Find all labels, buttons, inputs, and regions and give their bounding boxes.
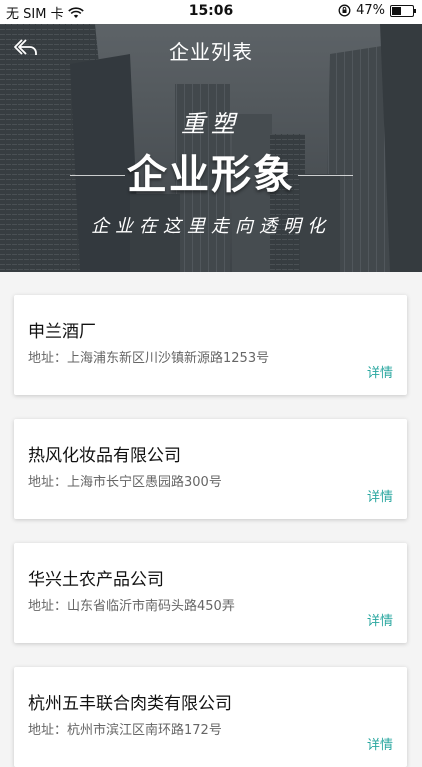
- detail-link[interactable]: 详情: [367, 362, 393, 381]
- company-card[interactable]: 热风化妆品有限公司 地址：上海市长宁区愚园路300号 详情: [14, 419, 407, 519]
- detail-link[interactable]: 详情: [367, 486, 393, 505]
- banner-line1: 重塑: [181, 110, 241, 138]
- company-address: 地址：上海市长宁区愚园路300号: [28, 475, 222, 490]
- battery-percent: 47%: [356, 3, 385, 18]
- company-address: 地址：上海浦东新区川沙镇新源路1253号: [28, 351, 270, 366]
- status-bar: 无 SIM 卡 15:06 47%: [0, 0, 422, 24]
- company-name: 华兴土农产品公司: [28, 570, 164, 590]
- battery-icon: [390, 5, 416, 17]
- page-title: 企业列表: [169, 40, 253, 64]
- detail-link[interactable]: 详情: [367, 610, 393, 629]
- detail-link[interactable]: 详情: [367, 734, 393, 753]
- rotation-lock-icon: [338, 4, 351, 17]
- company-name: 杭州五丰联合肉类有限公司: [28, 694, 232, 714]
- battery-tip: [414, 9, 416, 13]
- company-address: 地址：山东省临沂市南码头路450弄: [28, 599, 235, 614]
- banner-line2: 企业形象: [127, 151, 295, 198]
- company-card[interactable]: 华兴土农产品公司 地址：山东省临沂市南码头路450弄 详情: [14, 543, 407, 643]
- status-right: 47%: [338, 3, 416, 18]
- battery-level: [392, 7, 402, 15]
- banner-divider-right: [298, 175, 353, 176]
- company-address: 地址：杭州市滨江区南环路172号: [28, 723, 222, 738]
- banner-slogan: 企业在这里走向透明化: [91, 216, 331, 237]
- company-card[interactable]: 杭州五丰联合肉类有限公司 地址：杭州市滨江区南环路172号 详情: [14, 667, 407, 767]
- company-name: 热风化妆品有限公司: [28, 446, 181, 466]
- hero-banner: 企业列表 重塑 企业形象 企业在这里走向透明化: [0, 24, 422, 272]
- company-name: 申兰酒厂: [28, 322, 96, 342]
- company-card[interactable]: 申兰酒厂 地址：上海浦东新区川沙镇新源路1253号 详情: [14, 295, 407, 395]
